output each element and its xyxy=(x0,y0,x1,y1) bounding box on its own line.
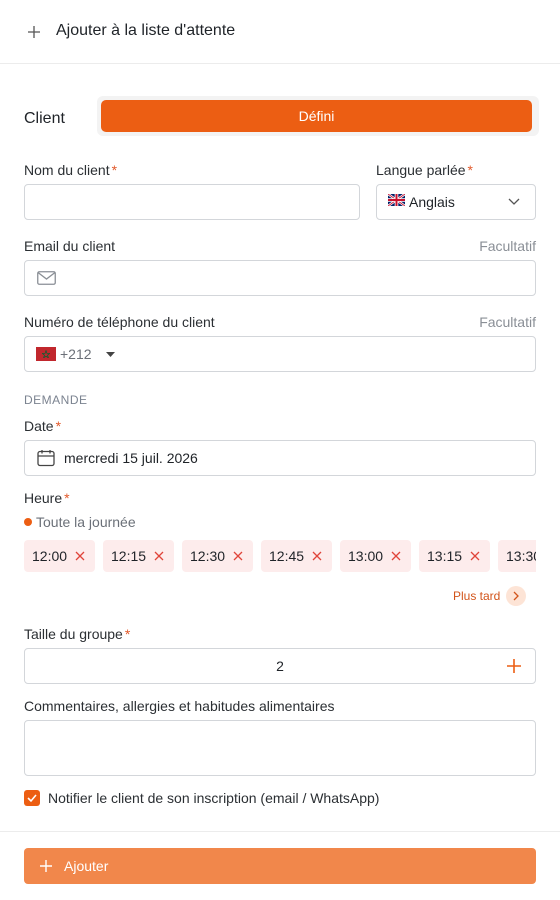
close-icon[interactable] xyxy=(312,551,322,561)
close-icon[interactable] xyxy=(391,551,401,561)
time-slot-chip[interactable]: 12:15 xyxy=(103,540,174,572)
time-slot-chip[interactable]: 12:00 xyxy=(24,540,95,572)
date-label: Date * xyxy=(24,418,62,434)
comments-textarea[interactable] xyxy=(24,720,536,776)
time-slot-chip[interactable]: 12:45 xyxy=(261,540,332,572)
chevron-down-icon xyxy=(508,198,520,205)
phone-optional-tag: Facultatif xyxy=(479,314,536,330)
plus-icon xyxy=(40,860,52,872)
language-value: Anglais xyxy=(409,194,455,210)
group-size-value[interactable]: 2 xyxy=(24,658,536,674)
mail-icon xyxy=(37,271,56,285)
chevron-right-icon xyxy=(513,591,519,601)
time-label: Heure * xyxy=(24,490,70,506)
time-slot-label: 13:15 xyxy=(427,548,463,564)
time-slot-label: 12:15 xyxy=(111,548,147,564)
add-button[interactable]: Ajouter xyxy=(24,848,536,884)
close-icon[interactable] xyxy=(233,551,243,561)
time-slot-chip[interactable]: 13:00 xyxy=(340,540,411,572)
time-slot-label: 12:45 xyxy=(269,548,305,564)
all-day-dot-icon xyxy=(24,518,32,526)
time-slot-chip[interactable]: 13:15 xyxy=(419,540,490,572)
calendar-icon xyxy=(37,450,55,467)
dial-code: +212 xyxy=(60,346,92,362)
phone-label: Numéro de téléphone du client xyxy=(24,314,215,330)
all-day-option[interactable]: Toute la journée xyxy=(36,514,136,530)
close-icon[interactable] xyxy=(470,551,480,561)
caret-down-icon[interactable] xyxy=(106,352,115,357)
time-slot-chip[interactable]: 13:30 xyxy=(498,540,536,572)
time-slot-label: 12:30 xyxy=(190,548,226,564)
panel-header: Ajouter à la liste d'attente xyxy=(0,0,560,64)
notify-label: Notifier le client de son inscription (e… xyxy=(48,790,380,806)
footer-divider xyxy=(0,831,560,832)
client-label: Client xyxy=(24,110,65,127)
time-slot-label: 13:30 xyxy=(506,548,536,564)
add-button-label: Ajouter xyxy=(64,858,109,874)
time-slot-label: 13:00 xyxy=(348,548,384,564)
group-size-label: Taille du groupe * xyxy=(24,626,131,642)
panel-title: Ajouter à la liste d'attente xyxy=(56,22,236,39)
email-optional-tag: Facultatif xyxy=(479,238,536,254)
email-field[interactable] xyxy=(24,260,536,296)
client-defined-button[interactable]: Défini xyxy=(101,100,532,132)
client-name-label: Nom du client * xyxy=(24,162,118,178)
plus-icon[interactable] xyxy=(506,658,522,674)
check-icon xyxy=(27,794,37,803)
email-label: Email du client xyxy=(24,238,116,254)
close-icon[interactable] xyxy=(75,551,85,561)
time-slot-chips: 12:00 12:15 12:30 12:45 13:00 13:15 13:3… xyxy=(24,540,536,572)
later-link[interactable]: Plus tard xyxy=(453,589,500,603)
morocco-flag-icon[interactable] xyxy=(36,347,56,361)
time-slot-chip[interactable]: 12:30 xyxy=(182,540,253,572)
comments-label: Commentaires, allergies et habitudes ali… xyxy=(24,698,335,714)
uk-flag-icon xyxy=(387,193,406,207)
client-name-input[interactable] xyxy=(24,184,360,220)
later-button[interactable] xyxy=(506,586,526,606)
close-icon[interactable] xyxy=(154,551,164,561)
language-label: Langue parlée * xyxy=(376,162,473,178)
notify-checkbox[interactable] xyxy=(24,790,40,806)
time-slot-label: 12:00 xyxy=(32,548,68,564)
phone-field[interactable] xyxy=(24,336,536,372)
date-value: mercredi 15 juil. 2026 xyxy=(64,450,198,466)
plus-icon[interactable] xyxy=(26,24,42,40)
section-title-request: DEMANDE xyxy=(24,393,88,407)
